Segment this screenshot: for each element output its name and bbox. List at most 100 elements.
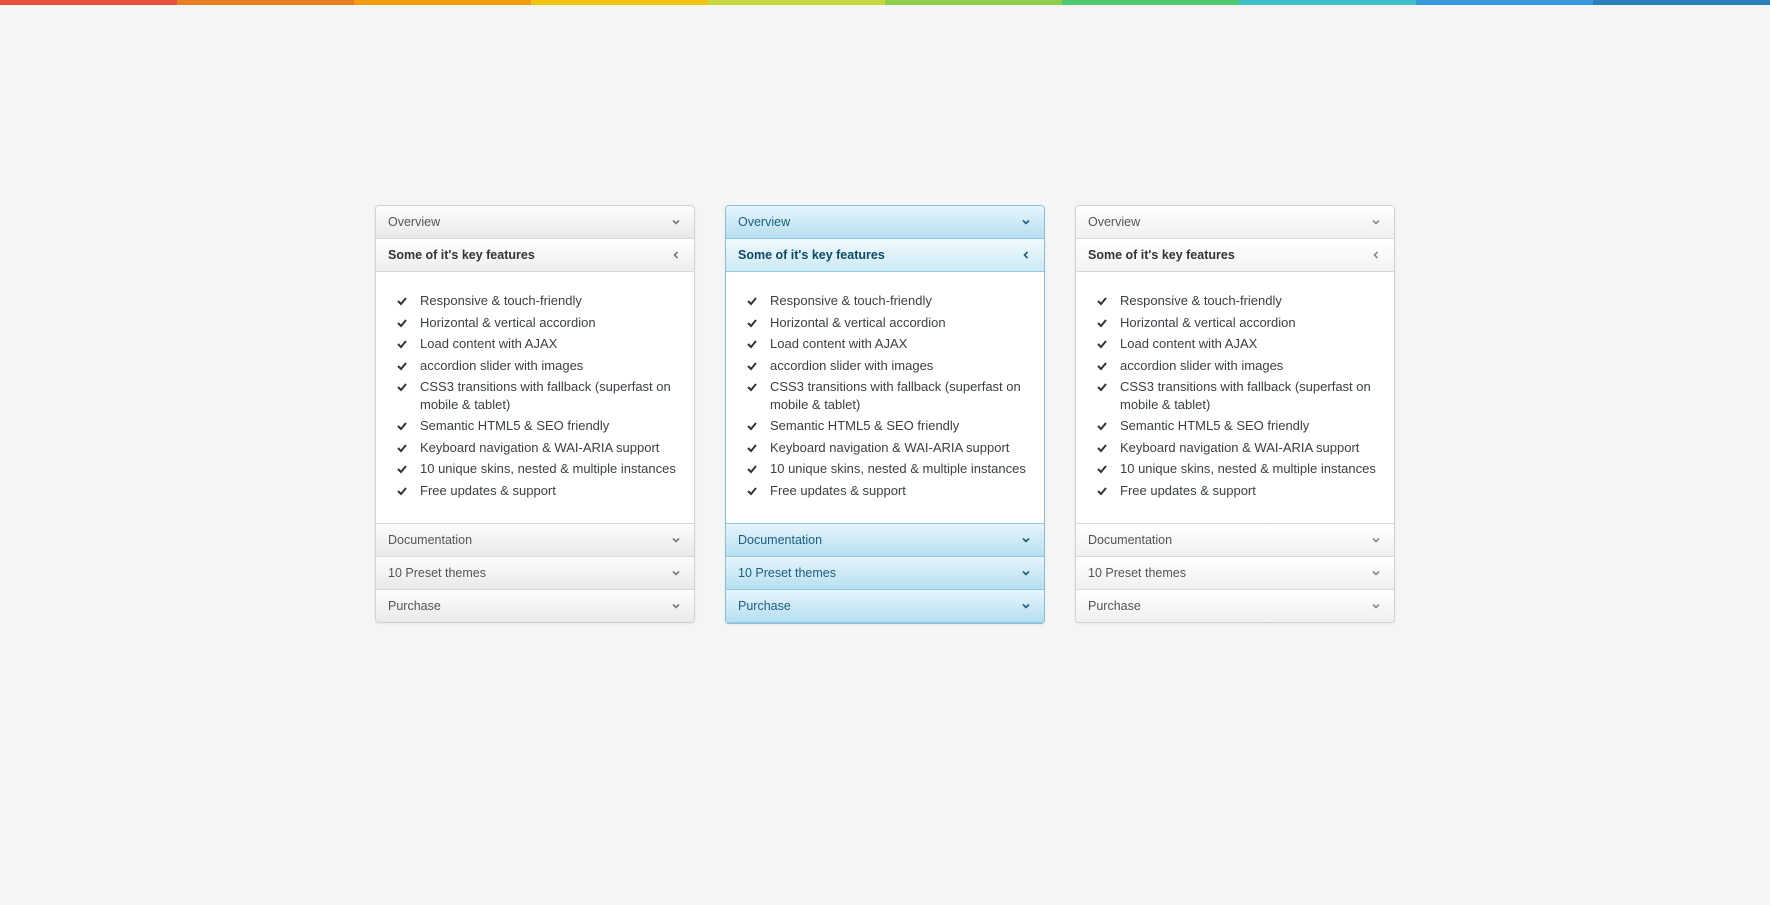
feature-text: Free updates & support — [420, 483, 556, 498]
accordion-header-label: 10 Preset themes — [388, 566, 486, 580]
accordion-header-features[interactable]: Some of it's key features — [726, 239, 1044, 272]
list-item: Keyboard navigation & WAI-ARIA support — [1090, 437, 1380, 459]
check-icon — [1096, 294, 1108, 306]
list-item: Horizontal & vertical accordion — [1090, 312, 1380, 334]
chevron-down-icon — [1370, 216, 1382, 228]
accordion-header-documentation[interactable]: Documentation — [1076, 524, 1394, 557]
feature-text: Load content with AJAX — [420, 336, 557, 351]
feature-list: Responsive & touch-friendly Horizontal &… — [390, 290, 680, 501]
chevron-left-icon — [1020, 249, 1032, 261]
check-icon — [396, 380, 408, 392]
accordion-header-purchase[interactable]: Purchase — [726, 590, 1044, 623]
accordion-header-label: Some of it's key features — [388, 248, 535, 262]
check-icon — [396, 441, 408, 453]
accordion-header-label: Some of it's key features — [738, 248, 885, 262]
feature-text: Horizontal & vertical accordion — [770, 315, 946, 330]
feature-list: Responsive & touch-friendly Horizontal &… — [740, 290, 1030, 501]
list-item: Load content with AJAX — [740, 333, 1030, 355]
accordion-header-label: 10 Preset themes — [1088, 566, 1186, 580]
feature-text: Responsive & touch-friendly — [770, 293, 932, 308]
feature-text: 10 unique skins, nested & multiple insta… — [420, 461, 676, 476]
check-icon — [396, 316, 408, 328]
chevron-down-icon — [670, 567, 682, 579]
chevron-left-icon — [670, 249, 682, 261]
accordion-header-purchase[interactable]: Purchase — [1076, 590, 1394, 622]
feature-text: accordion slider with images — [420, 358, 583, 373]
check-icon — [746, 380, 758, 392]
rainbow-stripe — [0, 0, 1770, 5]
list-item: Responsive & touch-friendly — [740, 290, 1030, 312]
check-icon — [746, 484, 758, 496]
chevron-down-icon — [670, 534, 682, 546]
feature-text: Load content with AJAX — [770, 336, 907, 351]
feature-list: Responsive & touch-friendly Horizontal &… — [1090, 290, 1380, 501]
accordion-body-features: Responsive & touch-friendly Horizontal &… — [376, 272, 694, 524]
list-item: Horizontal & vertical accordion — [390, 312, 680, 334]
list-item: accordion slider with images — [390, 355, 680, 377]
feature-text: Horizontal & vertical accordion — [1120, 315, 1296, 330]
chevron-down-icon — [1020, 567, 1032, 579]
check-icon — [746, 316, 758, 328]
chevron-down-icon — [670, 216, 682, 228]
feature-text: Responsive & touch-friendly — [1120, 293, 1282, 308]
stage: Overview Some of it's key features Respo… — [0, 5, 1770, 905]
accordion-header-label: Some of it's key features — [1088, 248, 1235, 262]
list-item: Responsive & touch-friendly — [390, 290, 680, 312]
accordion-header-themes[interactable]: 10 Preset themes — [726, 557, 1044, 590]
check-icon — [746, 441, 758, 453]
check-icon — [396, 359, 408, 371]
accordion-header-documentation[interactable]: Documentation — [376, 524, 694, 557]
accordion-header-label: Purchase — [388, 599, 441, 613]
accordion-body-features: Responsive & touch-friendly Horizontal &… — [726, 272, 1044, 524]
list-item: Semantic HTML5 & SEO friendly — [390, 415, 680, 437]
accordion-header-documentation[interactable]: Documentation — [726, 524, 1044, 557]
accordion-header-label: 10 Preset themes — [738, 566, 836, 580]
check-icon — [746, 419, 758, 431]
accordion-header-themes[interactable]: 10 Preset themes — [1076, 557, 1394, 590]
feature-text: CSS3 transitions with fallback (superfas… — [770, 379, 1021, 412]
accordion-header-themes[interactable]: 10 Preset themes — [376, 557, 694, 590]
feature-text: CSS3 transitions with fallback (superfas… — [420, 379, 671, 412]
chevron-down-icon — [1370, 534, 1382, 546]
check-icon — [396, 337, 408, 349]
check-icon — [1096, 337, 1108, 349]
chevron-down-icon — [1020, 534, 1032, 546]
feature-text: Responsive & touch-friendly — [420, 293, 582, 308]
accordion-header-label: Documentation — [1088, 533, 1172, 547]
chevron-left-icon — [1370, 249, 1382, 261]
feature-text: Semantic HTML5 & SEO friendly — [420, 418, 609, 433]
accordion-header-features[interactable]: Some of it's key features — [376, 239, 694, 272]
feature-text: Semantic HTML5 & SEO friendly — [1120, 418, 1309, 433]
list-item: Free updates & support — [390, 480, 680, 502]
accordion-header-overview[interactable]: Overview — [726, 206, 1044, 239]
list-item: accordion slider with images — [740, 355, 1030, 377]
list-item: Keyboard navigation & WAI-ARIA support — [740, 437, 1030, 459]
check-icon — [746, 337, 758, 349]
feature-text: Keyboard navigation & WAI-ARIA support — [420, 440, 659, 455]
list-item: Free updates & support — [1090, 480, 1380, 502]
chevron-down-icon — [1370, 600, 1382, 612]
list-item: accordion slider with images — [1090, 355, 1380, 377]
accordion-header-purchase[interactable]: Purchase — [376, 590, 694, 622]
feature-text: CSS3 transitions with fallback (superfas… — [1120, 379, 1371, 412]
check-icon — [1096, 359, 1108, 371]
accordion-header-overview[interactable]: Overview — [1076, 206, 1394, 239]
check-icon — [1096, 484, 1108, 496]
check-icon — [746, 462, 758, 474]
feature-text: Free updates & support — [1120, 483, 1256, 498]
feature-text: Keyboard navigation & WAI-ARIA support — [770, 440, 1009, 455]
feature-text: Free updates & support — [770, 483, 906, 498]
feature-text: Load content with AJAX — [1120, 336, 1257, 351]
list-item: 10 unique skins, nested & multiple insta… — [740, 458, 1030, 480]
accordion-header-overview[interactable]: Overview — [376, 206, 694, 239]
list-item: 10 unique skins, nested & multiple insta… — [390, 458, 680, 480]
accordion-header-features[interactable]: Some of it's key features — [1076, 239, 1394, 272]
list-item: CSS3 transitions with fallback (superfas… — [740, 376, 1030, 415]
check-icon — [396, 484, 408, 496]
feature-text: accordion slider with images — [1120, 358, 1283, 373]
list-item: Horizontal & vertical accordion — [740, 312, 1030, 334]
accordion-white: Overview Some of it's key features Respo… — [375, 205, 695, 623]
accordion-header-label: Purchase — [738, 599, 791, 613]
chevron-down-icon — [1370, 567, 1382, 579]
check-icon — [396, 462, 408, 474]
